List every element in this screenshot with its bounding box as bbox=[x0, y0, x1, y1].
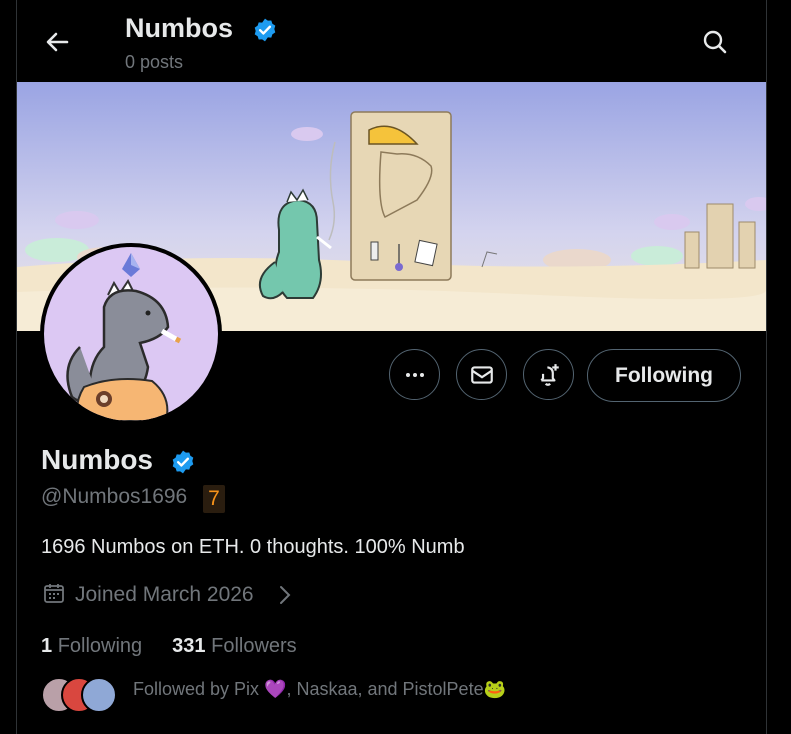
followed-by-text[interactable]: Followed by Pix 💜, Naskaa, and PistolPet… bbox=[133, 679, 506, 700]
follow-stats: 1 Following 331 Followers bbox=[41, 635, 297, 658]
back-button[interactable] bbox=[41, 26, 73, 58]
more-button[interactable] bbox=[389, 349, 440, 400]
handle-tag: 7 bbox=[203, 485, 225, 513]
chevron-right-icon[interactable] bbox=[278, 584, 292, 606]
followers-link[interactable]: 331 Followers bbox=[172, 635, 297, 657]
envelope-icon bbox=[470, 365, 493, 384]
following-button[interactable]: Following bbox=[587, 349, 741, 402]
verified-badge-icon bbox=[254, 18, 276, 42]
profile-bio: 1696 Numbos on ETH. 0 thoughts. 100% Num… bbox=[41, 536, 465, 558]
search-icon bbox=[703, 30, 727, 54]
profile-handle: @Numbos1696 bbox=[41, 485, 188, 508]
arrow-left-icon bbox=[46, 32, 69, 52]
profile-avatar[interactable] bbox=[40, 243, 222, 425]
followers-count: 331 bbox=[172, 635, 206, 657]
following-count: 1 bbox=[41, 635, 53, 657]
joined-date: Joined March 2026 bbox=[75, 583, 254, 606]
profile-column: Numbos 0 posts Following Numbos @Numbos1… bbox=[16, 0, 767, 734]
profile-header: Numbos 0 posts bbox=[17, 0, 766, 82]
followed-by-avatars[interactable] bbox=[41, 677, 121, 713]
notify-button[interactable] bbox=[523, 349, 574, 400]
avatar bbox=[81, 677, 117, 713]
following-link[interactable]: 1 Following bbox=[41, 635, 142, 657]
bell-plus-icon bbox=[540, 363, 559, 386]
profile-name: Numbos bbox=[41, 444, 153, 475]
verified-badge-icon[interactable] bbox=[170, 449, 196, 475]
header-title: Numbos bbox=[125, 13, 233, 43]
post-count: 0 posts bbox=[125, 52, 184, 72]
followers-stat-label: Followers bbox=[211, 635, 297, 657]
calendar-icon bbox=[44, 584, 64, 603]
message-button[interactable] bbox=[456, 349, 507, 400]
following-stat-label: Following bbox=[57, 635, 143, 657]
more-horizontal-icon bbox=[405, 372, 424, 377]
search-button[interactable] bbox=[701, 28, 729, 61]
